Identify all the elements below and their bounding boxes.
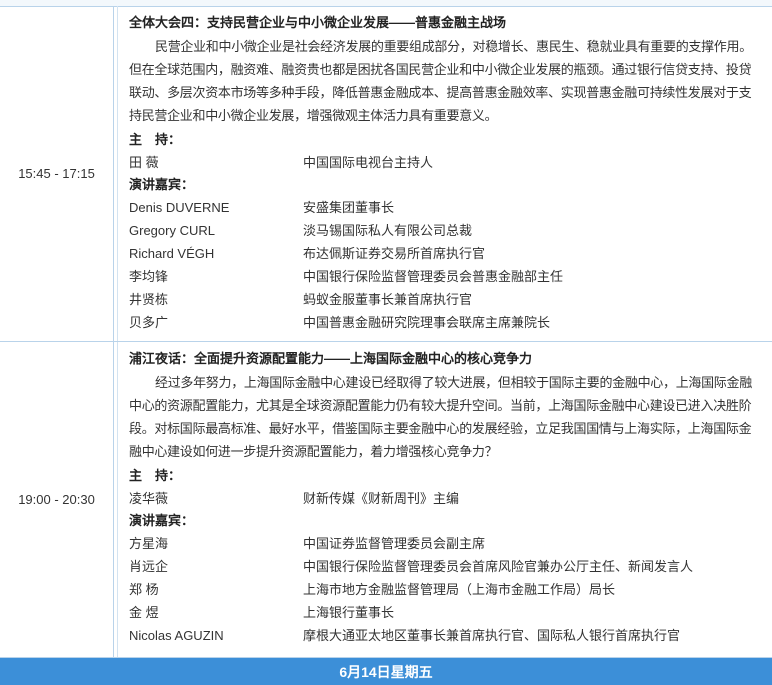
session-content: 全体大会四：支持民营企业与中小微企业发展——普惠金融主战场 民营企业和中小微企业…	[129, 6, 762, 334]
person-name: 李均锋	[129, 269, 169, 284]
person-role: 蚂蚁金服董事长兼首席执行官	[303, 292, 473, 307]
agenda-page: 15:45 - 17:15 全体大会四：支持民营企业与中小微企业发展——普惠金融…	[0, 0, 772, 685]
person-role: 中国国际电视台主持人	[303, 155, 434, 170]
person-role: 中国普惠金融研究院理事会联席主席兼院长	[303, 315, 551, 330]
person-name: 郑 杨	[129, 582, 159, 597]
speaker-entry: 井贤栋 蚂蚁金服董事长兼首席执行官	[129, 288, 762, 311]
person-role: 中国银行保险监督管理委员会普惠金融部主任	[303, 269, 564, 284]
speaker-entry: 金 煜 上海银行董事长	[129, 601, 762, 624]
column-divider	[117, 342, 118, 657]
person-name: 井贤栋	[129, 292, 169, 307]
speaker-entry: 郑 杨 上海市地方金融监督管理局（上海市金融工作局）局长	[129, 578, 762, 601]
speaker-entry: Nicolas AGUZIN 摩根大通亚太地区董事长兼首席执行官、国际私人银行首…	[129, 624, 762, 647]
person-role: 淡马锡国际私人有限公司总裁	[303, 223, 473, 238]
person-role: 中国银行保险监督管理委员会首席风险官兼办公厅主任、新闻发言人	[303, 559, 694, 574]
session-title: 浦江夜话：全面提升资源配置能力——上海国际金融中心的核心竞争力	[129, 351, 533, 366]
speakers-label: 演讲嘉宾：	[129, 513, 195, 528]
person-name: Gregory CURL	[129, 223, 215, 238]
session-row: 15:45 - 17:15 全体大会四：支持民营企业与中小微企业发展——普惠金融…	[0, 6, 772, 342]
speaker-entry: 李均锋 中国银行保险监督管理委员会普惠金融部主任	[129, 265, 762, 288]
host-entry: 凌华薇 财新传媒《财新周刊》主编	[129, 487, 762, 510]
session-title: 全体大会四：支持民营企业与中小微企业发展——普惠金融主战场	[129, 15, 507, 30]
speaker-entry: Denis DUVERNE 安盛集团董事长	[129, 196, 762, 219]
host-entry: 田 薇 中国国际电视台主持人	[129, 151, 762, 174]
person-name: 肖远企	[129, 559, 169, 574]
person-role: 布达佩斯证券交易所首席执行官	[303, 246, 486, 261]
host-label: 主 持：	[129, 468, 182, 483]
date-label: 6月14日星期五	[339, 663, 433, 680]
person-name: 凌华薇	[129, 491, 169, 506]
person-name: 方星海	[129, 536, 169, 551]
session-description: 经过多年努力，上海国际金融中心建设已经取得了较大进展，但相较于国际主要的金融中心…	[129, 375, 752, 459]
person-role: 上海市地方金融监督管理局（上海市金融工作局）局长	[303, 582, 616, 597]
speaker-entry: 肖远企 中国银行保险监督管理委员会首席风险官兼办公厅主任、新闻发言人	[129, 555, 762, 578]
person-name: 贝多广	[129, 315, 169, 330]
person-role: 摩根大通亚太地区董事长兼首席执行官、国际私人银行首席执行官	[303, 628, 681, 643]
person-name: 田 薇	[129, 155, 159, 170]
person-role: 安盛集团董事长	[303, 200, 395, 215]
host-label: 主 持：	[129, 132, 182, 147]
session-row: 19:00 - 20:30 浦江夜话：全面提升资源配置能力——上海国际金融中心的…	[0, 342, 772, 658]
speaker-entry: Gregory CURL 淡马锡国际私人有限公司总裁	[129, 219, 762, 242]
person-name: Denis DUVERNE	[129, 200, 230, 215]
speaker-entry: 贝多广 中国普惠金融研究院理事会联席主席兼院长	[129, 311, 762, 334]
column-divider	[117, 6, 118, 341]
session-time: 15:45 - 17:15	[0, 6, 114, 341]
person-role: 上海银行董事长	[303, 605, 395, 620]
speaker-entry: Richard VÉGH 布达佩斯证券交易所首席执行官	[129, 242, 762, 265]
speakers-label: 演讲嘉宾：	[129, 177, 195, 192]
person-name: Nicolas AGUZIN	[129, 628, 224, 643]
person-name: 金 煜	[129, 605, 159, 620]
session-description: 民营企业和中小微企业是社会经济发展的重要组成部分，对稳增长、惠民生、稳就业具有重…	[129, 39, 752, 123]
speaker-entry: 方星海 中国证券监督管理委员会副主席	[129, 532, 762, 555]
person-role: 财新传媒《财新周刊》主编	[303, 491, 460, 506]
session-time: 19:00 - 20:30	[0, 342, 114, 657]
person-name: Richard VÉGH	[129, 246, 215, 261]
person-role: 中国证券监督管理委员会副主席	[303, 536, 486, 551]
date-header-bar[interactable]: 6月14日星期五	[0, 658, 772, 685]
session-content: 浦江夜话：全面提升资源配置能力——上海国际金融中心的核心竞争力 经过多年努力，上…	[129, 342, 762, 647]
